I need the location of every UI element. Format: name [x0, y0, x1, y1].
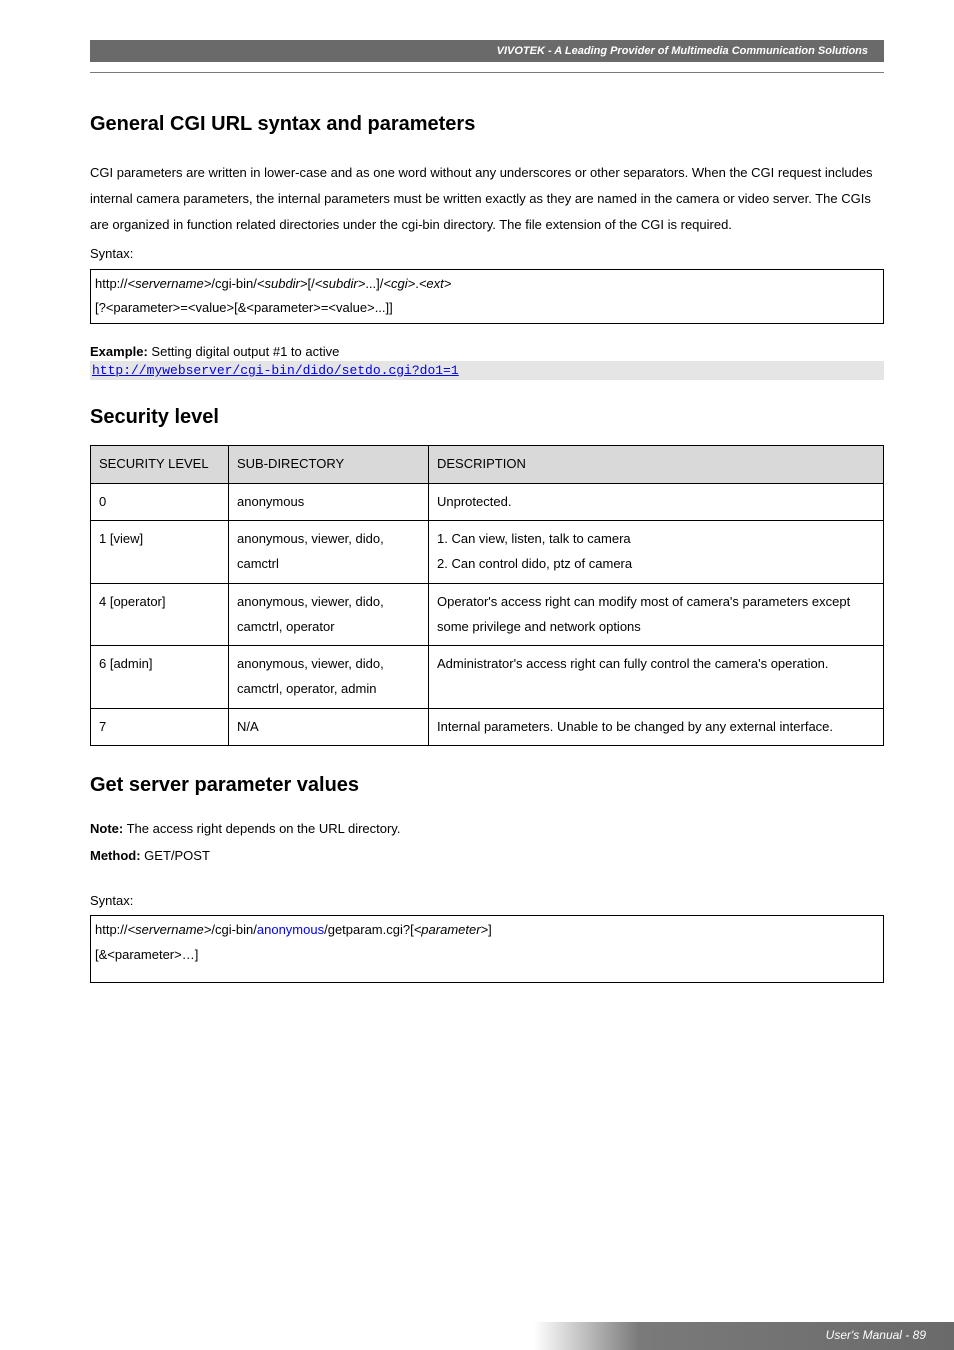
example-text: Setting digital output #1 to active [148, 344, 340, 359]
header-bar: VIVOTEK - A Leading Provider of Multimed… [90, 40, 884, 62]
note-line: Note: The access right depends on the UR… [90, 817, 884, 842]
cell-sub: anonymous, viewer, dido, camctrl, operat… [229, 583, 429, 645]
cell-level: 1 [view] [91, 521, 229, 583]
example-line: Example: Setting digital output #1 to ac… [90, 344, 884, 359]
security-table: SECURITY LEVEL SUB-DIRECTORY DESCRIPTION… [90, 445, 884, 746]
table-row: 7 N/A Internal parameters. Unable to be … [91, 708, 884, 746]
syntax2-line-2: [&<parameter>…] [95, 943, 879, 968]
table-row: 4 [operator] anonymous, viewer, dido, ca… [91, 583, 884, 645]
cell-desc-line2: 2. Can control dido, ptz of camera [437, 552, 875, 577]
syntax2-line1-c: /getparam.cgi?[<parameter>] [324, 922, 492, 937]
table-row: 0 anonymous Unprotected. [91, 483, 884, 521]
table-row: 6 [admin] anonymous, viewer, dido, camct… [91, 646, 884, 708]
example-prefix: Example: [90, 344, 148, 359]
syntax-label-2: Syntax: [90, 889, 884, 914]
cell-desc: Administrator's access right can fully c… [429, 646, 884, 708]
syntax2-line1-a: http://<servername>/cgi-bin/ [95, 922, 257, 937]
footer-bar: User's Manual - 89 [534, 1322, 954, 1350]
footer-text: User's Manual - 89 [826, 1328, 926, 1342]
syntax-line-2: [?<parameter>=<value>[&<parameter>=<valu… [95, 296, 879, 321]
cell-desc: Operator's access right can modify most … [429, 583, 884, 645]
cell-desc: 1. Can view, listen, talk to camera 2. C… [429, 521, 884, 583]
syntax-label: Syntax: [90, 242, 884, 267]
method-line: Method: GET/POST [90, 844, 884, 869]
section1-paragraph: CGI parameters are written in lower-case… [90, 160, 884, 238]
note-prefix: Note: [90, 821, 123, 836]
header-rule [90, 72, 884, 73]
cell-level: 4 [operator] [91, 583, 229, 645]
cell-sub: anonymous [229, 483, 429, 521]
table-row: 1 [view] anonymous, viewer, dido, camctr… [91, 521, 884, 583]
method-prefix: Method: [90, 848, 141, 863]
syntax-box: http://<servername>/cgi-bin/<subdir>[/<s… [90, 269, 884, 324]
section1-title: General CGI URL syntax and parameters [90, 113, 884, 136]
cell-sub: anonymous, viewer, dido, camctrl [229, 521, 429, 583]
syntax2-line1-b: anonymous [257, 922, 324, 937]
note-text: The access right depends on the URL dire… [123, 821, 400, 836]
method-text: GET/POST [141, 848, 210, 863]
cell-level: 7 [91, 708, 229, 746]
syntax-box-2: http://<servername>/cgi-bin/anonymous/ge… [90, 915, 884, 982]
table-header-row: SECURITY LEVEL SUB-DIRECTORY DESCRIPTION [91, 446, 884, 484]
th-subdir: SUB-DIRECTORY [229, 446, 429, 484]
cell-level: 6 [admin] [91, 646, 229, 708]
th-level: SECURITY LEVEL [91, 446, 229, 484]
syntax2-line-1: http://<servername>/cgi-bin/anonymous/ge… [95, 918, 879, 943]
syntax-line-1: http://<servername>/cgi-bin/<subdir>[/<s… [95, 272, 879, 297]
cell-desc: Internal parameters. Unable to be change… [429, 708, 884, 746]
th-desc: DESCRIPTION [429, 446, 884, 484]
cell-desc: Unprotected. [429, 483, 884, 521]
brand-line: VIVOTEK - A Leading Provider of Multimed… [497, 45, 868, 57]
cell-desc-line1: 1. Can view, listen, talk to camera [437, 527, 875, 552]
example-link[interactable]: http://mywebserver/cgi-bin/dido/setdo.cg… [90, 361, 884, 380]
section2-title: Security level [90, 406, 884, 429]
cell-sub: N/A [229, 708, 429, 746]
section3-title: Get server parameter values [90, 774, 884, 797]
cell-level: 0 [91, 483, 229, 521]
cell-sub: anonymous, viewer, dido, camctrl, operat… [229, 646, 429, 708]
